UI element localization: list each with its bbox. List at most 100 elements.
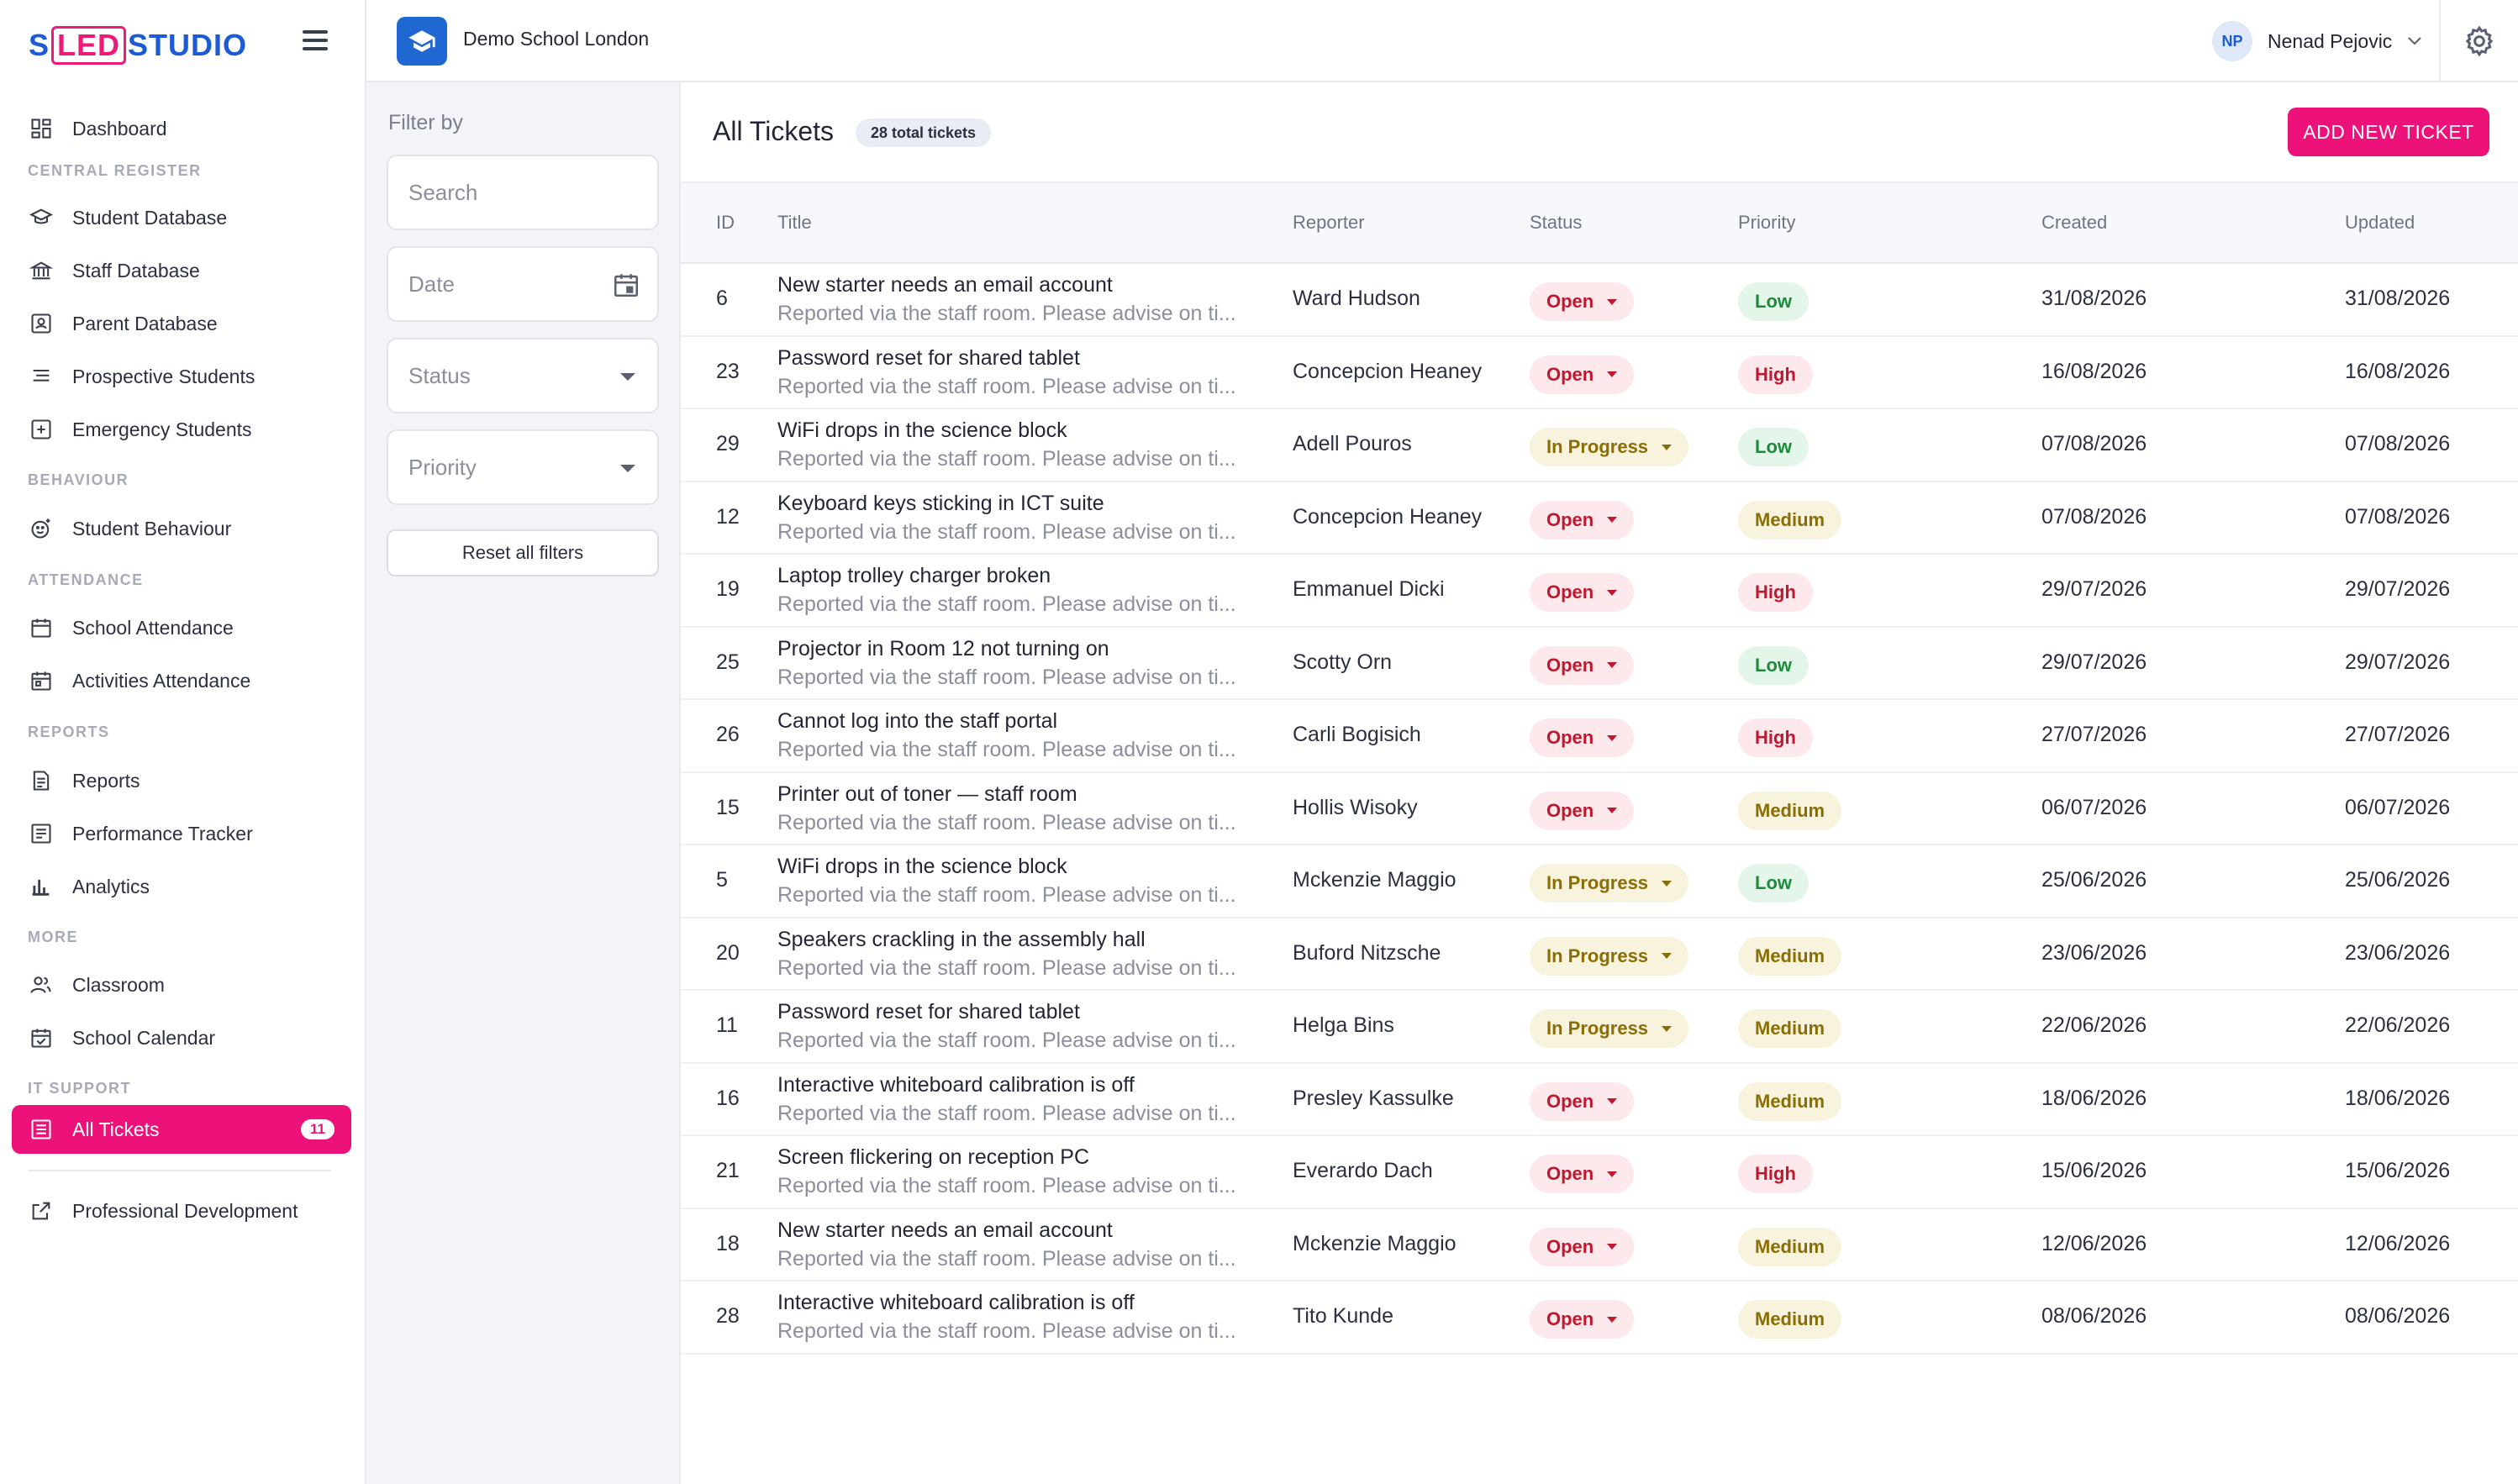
- table-row[interactable]: 12 Keyboard keys sticking in ICT suite Rep…: [681, 482, 2518, 555]
- ticket-title-cell[interactable]: WiFi drops in the science block Reported …: [777, 416, 1278, 473]
- ticket-title-cell[interactable]: Projector in Room 12 not turning on Repor…: [777, 634, 1278, 692]
- ticket-title-cell[interactable]: Cannot log into the staff portal Reported…: [777, 707, 1278, 764]
- status-dropdown[interactable]: Open: [1530, 1227, 1635, 1266]
- ticket-title-cell[interactable]: WiFi drops in the science block Reported …: [777, 852, 1278, 909]
- ticket-title[interactable]: Interactive whiteboard calibration is of…: [777, 1288, 1278, 1317]
- sidebar-item-school-calendar[interactable]: School Calendar: [12, 1013, 351, 1062]
- sidebar-item-analytics[interactable]: Analytics: [12, 862, 351, 911]
- search-field[interactable]: [387, 155, 659, 230]
- sidebar-item-dashboard[interactable]: Dashboard: [12, 104, 351, 153]
- ticket-title-cell[interactable]: Password reset for shared tablet Reported…: [777, 997, 1278, 1055]
- ticket-title[interactable]: Keyboard keys sticking in ICT suite: [777, 489, 1278, 518]
- status-dropdown[interactable]: In Progress: [1530, 936, 1689, 976]
- table-row[interactable]: 15 Printer out of toner — staff room Repor…: [681, 773, 2518, 845]
- sidebar-item-all-tickets[interactable]: All Tickets 11: [12, 1105, 351, 1154]
- ticket-title[interactable]: Password reset for shared tablet: [777, 997, 1278, 1026]
- brand-logo[interactable]: S LED STUDIO: [29, 22, 247, 69]
- table-row[interactable]: 28 Interactive whiteboard calibration is …: [681, 1281, 2518, 1355]
- calendar-icon[interactable]: [612, 270, 640, 300]
- ticket-title[interactable]: Screen flickering on reception PC: [777, 1143, 1278, 1171]
- ticket-title-cell[interactable]: Interactive whiteboard calibration is of…: [777, 1288, 1278, 1345]
- sidebar-item-classroom[interactable]: Classroom: [12, 960, 351, 1009]
- status-dropdown[interactable]: Open: [1530, 500, 1635, 539]
- school-logo[interactable]: [397, 17, 447, 66]
- status-select[interactable]: Status: [387, 338, 659, 413]
- sidebar-item-professional-development[interactable]: Professional Development: [12, 1187, 351, 1235]
- table-row[interactable]: 5 WiFi drops in the science block Reported…: [681, 845, 2518, 918]
- ticket-title[interactable]: Speakers crackling in the assembly hall: [777, 925, 1278, 954]
- ticket-title[interactable]: WiFi drops in the science block: [777, 416, 1278, 445]
- ticket-created-date: 18/06/2026: [2041, 1086, 2147, 1110]
- sidebar-item-performance-tracker[interactable]: Performance Tracker: [12, 809, 351, 858]
- ticket-title[interactable]: New starter needs an email account: [777, 271, 1278, 299]
- sidebar-item-activities-attendance[interactable]: Activities Attendance: [12, 656, 351, 705]
- table-row[interactable]: 29 WiFi drops in the science block Reporte…: [681, 409, 2518, 482]
- sidebar-item-staff-database[interactable]: Staff Database: [12, 246, 351, 295]
- status-dropdown[interactable]: In Progress: [1530, 864, 1689, 903]
- ticket-title-cell[interactable]: Speakers crackling in the assembly hall R…: [777, 925, 1278, 982]
- column-header-priority[interactable]: Priority: [1738, 212, 1795, 234]
- table-row[interactable]: 11 Password reset for shared tablet Report…: [681, 991, 2518, 1064]
- ticket-title-cell[interactable]: Screen flickering on reception PC Reporte…: [777, 1143, 1278, 1200]
- sidebar-item-reports[interactable]: Reports: [12, 756, 351, 805]
- reset-filters-button[interactable]: Reset all filters: [387, 529, 659, 576]
- sidebar-item-student-behaviour[interactable]: Student Behaviour: [12, 504, 351, 553]
- gear-icon[interactable]: [2463, 24, 2496, 58]
- add-new-ticket-button[interactable]: ADD NEW TICKET: [2288, 108, 2489, 156]
- ticket-title-cell[interactable]: Interactive whiteboard calibration is of…: [777, 1071, 1278, 1128]
- table-row[interactable]: 21 Screen flickering on reception PC Repor…: [681, 1136, 2518, 1209]
- column-header-status[interactable]: Status: [1530, 212, 1582, 234]
- ticket-title-cell[interactable]: New starter needs an email account Report…: [777, 1216, 1278, 1273]
- column-header-created[interactable]: Created: [2041, 212, 2107, 234]
- table-row[interactable]: 25 Projector in Room 12 not turning on Rep…: [681, 628, 2518, 700]
- table-row[interactable]: 16 Interactive whiteboard calibration is …: [681, 1064, 2518, 1136]
- ticket-title[interactable]: Projector in Room 12 not turning on: [777, 634, 1278, 663]
- status-dropdown[interactable]: Open: [1530, 791, 1635, 830]
- search-input[interactable]: [408, 179, 619, 206]
- sidebar-item-prospective-students[interactable]: Prospective Students: [12, 352, 351, 401]
- status-dropdown[interactable]: In Progress: [1530, 428, 1689, 466]
- table-row[interactable]: 19 Laptop trolley charger broken Reported …: [681, 555, 2518, 628]
- status-dropdown[interactable]: In Progress: [1530, 1009, 1689, 1048]
- ticket-title[interactable]: Password reset for shared tablet: [777, 344, 1278, 372]
- ticket-title[interactable]: Laptop trolley charger broken: [777, 561, 1278, 590]
- ticket-title-cell[interactable]: Laptop trolley charger broken Reported vi…: [777, 561, 1278, 618]
- ticket-title[interactable]: Interactive whiteboard calibration is of…: [777, 1071, 1278, 1099]
- sidebar-item-student-database[interactable]: Student Database: [12, 193, 351, 242]
- status-dropdown[interactable]: Open: [1530, 355, 1635, 394]
- ticket-title-cell[interactable]: New starter needs an email account Report…: [777, 271, 1278, 328]
- date-input[interactable]: [408, 271, 619, 297]
- date-field[interactable]: [387, 246, 659, 322]
- status-dropdown[interactable]: Open: [1530, 573, 1635, 612]
- table-row[interactable]: 23 Password reset for shared tablet Report…: [681, 337, 2518, 409]
- table-row[interactable]: 20 Speakers crackling in the assembly hal…: [681, 918, 2518, 991]
- ticket-title[interactable]: New starter needs an email account: [777, 1216, 1278, 1245]
- status-dropdown[interactable]: Open: [1530, 645, 1635, 685]
- column-header-title[interactable]: Title: [777, 212, 812, 234]
- status-dropdown[interactable]: Open: [1530, 282, 1635, 321]
- column-header-id[interactable]: ID: [716, 212, 735, 234]
- table-row[interactable]: 26 Cannot log into the staff portal Report…: [681, 700, 2518, 773]
- table-row[interactable]: 18 New starter needs an email account Repo…: [681, 1209, 2518, 1281]
- sidebar-item-school-attendance[interactable]: School Attendance: [12, 603, 351, 652]
- brand-logo-led: LED: [51, 26, 127, 65]
- ticket-id: 23: [716, 359, 740, 383]
- ticket-title[interactable]: Printer out of toner — staff room: [777, 780, 1278, 808]
- column-header-reporter[interactable]: Reporter: [1293, 212, 1365, 234]
- ticket-title[interactable]: WiFi drops in the science block: [777, 852, 1278, 881]
- menu-toggle-icon[interactable]: [303, 25, 333, 55]
- status-dropdown[interactable]: Open: [1530, 1155, 1635, 1193]
- ticket-title-cell[interactable]: Password reset for shared tablet Reported…: [777, 344, 1278, 401]
- sidebar-item-emergency-students[interactable]: Emergency Students: [12, 405, 351, 454]
- priority-select[interactable]: Priority: [387, 429, 659, 505]
- ticket-title-cell[interactable]: Printer out of toner — staff room Reporte…: [777, 780, 1278, 837]
- sidebar-item-parent-database[interactable]: Parent Database: [12, 299, 351, 348]
- ticket-title[interactable]: Cannot log into the staff portal: [777, 707, 1278, 735]
- user-menu[interactable]: NP Nenad Pejovic: [2212, 20, 2422, 62]
- ticket-title-cell[interactable]: Keyboard keys sticking in ICT suite Repor…: [777, 489, 1278, 546]
- status-dropdown[interactable]: Open: [1530, 718, 1635, 757]
- status-dropdown[interactable]: Open: [1530, 1081, 1635, 1121]
- status-dropdown[interactable]: Open: [1530, 1300, 1635, 1339]
- column-header-updated[interactable]: Updated: [2345, 212, 2415, 234]
- table-row[interactable]: 6 New starter needs an email account Repor…: [681, 264, 2518, 337]
